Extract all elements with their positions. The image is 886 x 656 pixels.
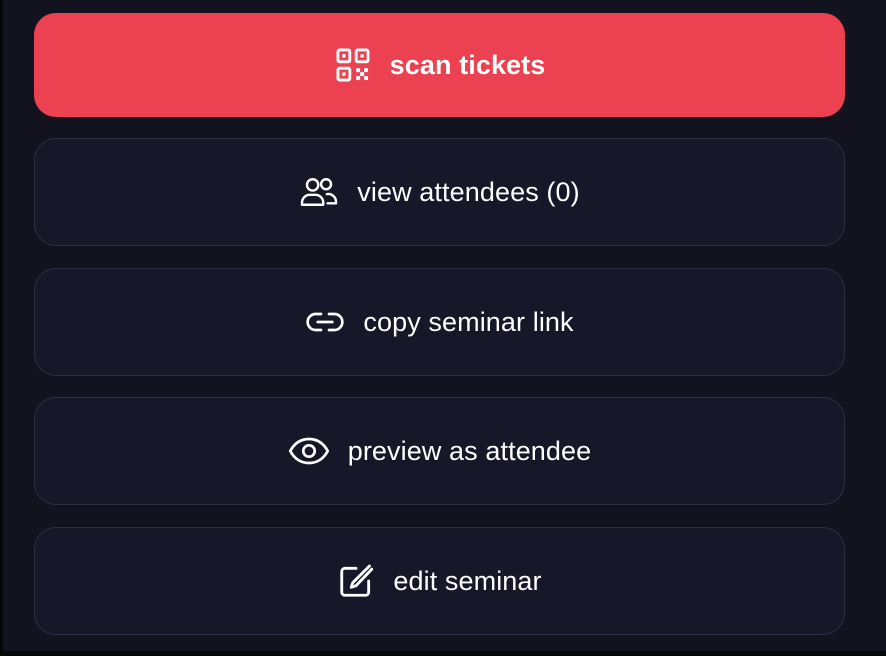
window-edge-bottom — [0, 651, 886, 656]
preview-as-attendee-button[interactable]: preview as attendee — [34, 397, 845, 505]
edit-seminar-button[interactable]: edit seminar — [34, 527, 845, 635]
scan-tickets-button[interactable]: scan tickets — [34, 13, 845, 117]
qr-code-icon — [334, 46, 372, 84]
link-icon — [305, 309, 345, 335]
eye-icon — [288, 436, 330, 466]
view-attendees-label: view attendees (0) — [357, 176, 580, 207]
copy-seminar-link-label: copy seminar link — [363, 306, 574, 337]
preview-as-attendee-label: preview as attendee — [347, 435, 592, 466]
edit-seminar-label: edit seminar — [393, 565, 542, 596]
users-icon — [299, 175, 339, 209]
copy-seminar-link-button[interactable]: copy seminar link — [34, 268, 845, 376]
view-attendees-button[interactable]: view attendees (0) — [34, 138, 845, 246]
scan-tickets-label: scan tickets — [389, 49, 546, 80]
window-edge-left — [0, 0, 3, 656]
action-panel: scan tickets view attendees (0) copy sem… — [0, 0, 886, 656]
edit-icon — [337, 562, 375, 600]
